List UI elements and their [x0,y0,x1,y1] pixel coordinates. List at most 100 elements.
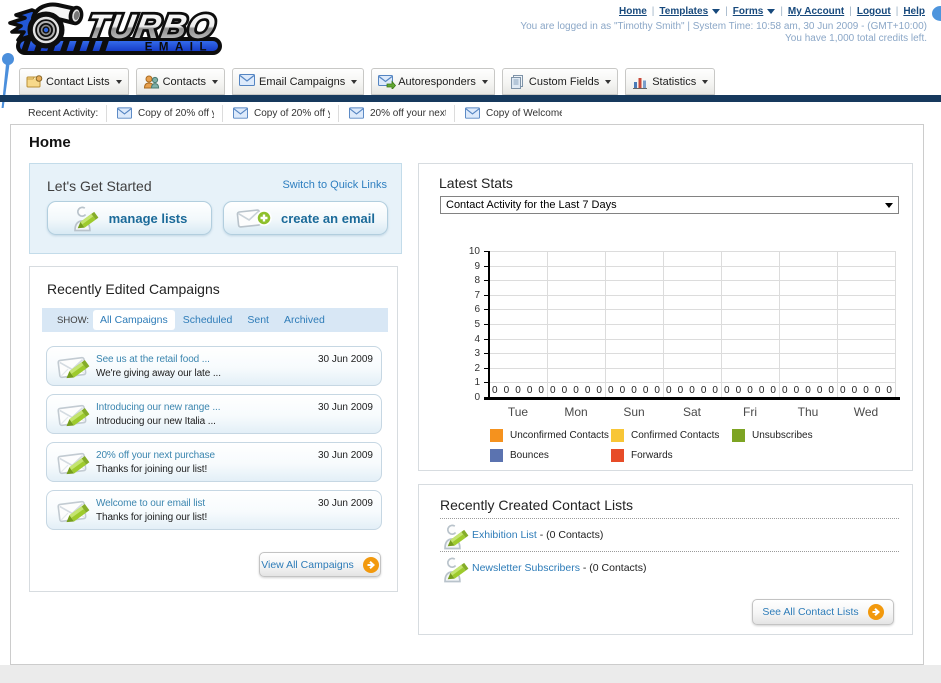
contact-lists-title: Recently Created Contact Lists [440,497,633,513]
person-pencil-icon [73,206,99,231]
x-tick-label: Sat [682,405,701,419]
folder-icon [26,74,43,89]
navy-divider-bar [0,95,941,102]
y-tick-label: 8 [474,275,480,287]
tab-label: Email Campaigns [259,75,346,88]
bar-value-label: 0 [503,385,510,396]
envelope-pencil-icon [56,353,93,382]
bar-value-label: 0 [538,385,544,396]
tab-label: Contacts [162,75,207,88]
bar-value-label: 0 [492,385,498,396]
x-tick-label: Fri [743,405,757,419]
campaign-title[interactable]: Welcome to our email list [96,498,205,509]
tab-email-campaigns[interactable]: Email Campaigns [232,68,365,95]
person-pencil-icon [442,556,470,583]
bar-value-label: 0 [747,385,753,396]
credits-status: You have 1,000 total credits left. [785,33,927,44]
recent-activity-item[interactable]: Copy of 20% off yo [106,104,222,122]
tab-statistics[interactable]: Statistics [625,68,716,95]
campaigns-filter-bar: SHOW: All Campaigns Scheduled Sent Archived [42,308,388,332]
campaign-row[interactable]: Welcome to our email list Thanks for joi… [46,490,382,530]
contact-list-link[interactable]: Exhibition List [472,529,537,541]
help-bubble-icon[interactable] [932,6,941,21]
top-link-home[interactable]: Home [619,6,647,17]
button-label: manage lists [108,210,188,226]
filter-archived[interactable]: Archived [284,314,325,326]
show-label: SHOW: [57,314,90,326]
legend-label: Confirmed Contacts [631,430,720,441]
main-nav-tabs: Contact Lists Contacts Email Campaigns A… [19,68,716,95]
legend-item: Unconfirmed Contacts [490,429,609,442]
y-tick-label: 7 [474,289,480,301]
view-all-campaigns-button[interactable]: View All Campaigns [259,552,381,577]
top-link-logout[interactable]: Logout [857,6,891,17]
bar-value-label: 0 [689,385,695,396]
filter-sent[interactable]: Sent [247,314,269,326]
separator: | [651,6,655,17]
contact-list-row[interactable]: Newsletter Subscribers - (0 Contacts) [440,551,899,584]
y-tick-label: 0 [474,392,480,403]
bar-value-label: 0 [526,385,533,396]
recent-activity-text: Copy of 20% off yo [138,107,214,119]
top-link-templates[interactable]: Templates [659,6,708,17]
bar-value-label: 0 [758,385,765,396]
campaign-date: 30 Jun 2009 [317,354,373,365]
recent-activity-item[interactable]: Copy of Welcome to [454,104,570,122]
campaign-title[interactable]: See us at the retail food ... [96,354,210,365]
bar-value-label: 0 [735,385,742,396]
contact-list-link[interactable]: Newsletter Subscribers [472,562,580,574]
chevron-down-icon [481,79,488,84]
tab-contact-lists[interactable]: Contact Lists [19,68,129,95]
tab-autoresponders[interactable]: Autoresponders [371,68,495,95]
legend-label: Forwards [631,450,673,461]
campaign-row[interactable]: Introducing our new range ... Introducin… [46,394,382,434]
tab-contacts[interactable]: Contacts [135,68,226,95]
contact-list-detail: - (0 Contacts) [579,562,647,574]
person-pencil-icon [442,523,470,550]
see-all-contact-lists-button[interactable]: See All Contact Lists [752,599,894,625]
recent-activity-text: Copy of Welcome to [486,107,562,119]
manage-lists-button[interactable]: manage lists [47,201,212,235]
bar-value-label: 0 [677,385,684,396]
bar-value-label: 0 [816,385,823,396]
contact-list-row[interactable]: Exhibition List - (0 Contacts) [440,518,899,551]
latest-stats-panel: Latest Stats Contact Activity for the La… [418,163,913,471]
envelope-icon [349,107,364,119]
people-icon [143,74,159,89]
recent-activity-item[interactable]: Copy of 20% off yo [222,104,338,122]
filter-scheduled[interactable]: Scheduled [183,314,233,326]
campaign-row[interactable]: See us at the retail food ... We're givi… [46,346,382,386]
top-link-forms[interactable]: Forms [733,6,764,17]
chevron-down-icon [605,79,612,84]
envelope-pencil-icon [56,497,93,526]
switch-quick-links[interactable]: Switch to Quick Links [282,179,387,191]
envelope-icon [465,107,480,119]
top-link-help[interactable]: Help [903,6,925,17]
campaign-row[interactable]: 20% off your next purchase Thanks for jo… [46,442,382,482]
recent-activity-item[interactable]: 20% off your next p [338,104,454,122]
envelope-pencil-icon [57,356,90,379]
app-logo[interactable]: EMAIL TURBO [6,2,296,64]
bar-value-label: 0 [608,385,614,396]
separator: | [849,6,852,17]
campaigns-panel: Recently Edited Campaigns SHOW: All Camp… [29,266,398,592]
envelope-icon [233,107,248,119]
bar-value-label: 0 [828,385,834,396]
envelope-pencil-icon [57,404,90,427]
create-an-email-button[interactable]: create an email [223,201,388,235]
legend-item: Unsubscribes [732,429,813,442]
y-tick-label: 4 [474,333,480,345]
tab-custom-fields[interactable]: Custom Fields [501,68,619,95]
filter-all-campaigns[interactable]: All Campaigns [93,310,175,330]
campaign-title[interactable]: Introducing our new range ... [96,402,221,413]
x-tick-label: Sun [623,405,645,419]
legend-item: Confirmed Contacts [611,429,719,442]
campaign-title[interactable]: 20% off your next purchase [96,450,215,461]
legend-label: Unconfirmed Contacts [510,430,609,441]
bar-value-label: 0 [886,385,892,396]
legend-swatch [732,429,745,442]
top-link-my-account[interactable]: My Account [788,6,844,17]
y-tick-label: 10 [468,246,480,257]
separator: | [780,6,783,17]
chevron-down-icon [712,8,721,14]
